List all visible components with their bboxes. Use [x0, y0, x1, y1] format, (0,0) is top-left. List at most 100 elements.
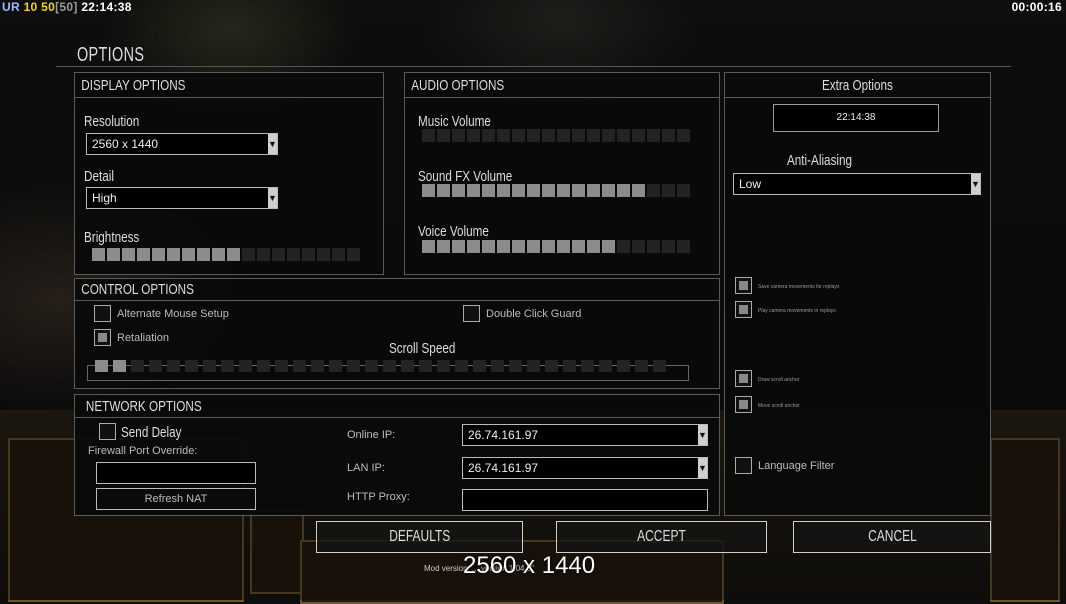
- slider-segment[interactable]: [467, 184, 480, 197]
- slider-segment[interactable]: [203, 360, 216, 372]
- slider-segment[interactable]: [95, 360, 108, 372]
- lan-ip-dropdown[interactable]: 26.74.161.97 ▼: [462, 457, 708, 479]
- slider-segment[interactable]: [545, 360, 558, 372]
- slider-segment[interactable]: [557, 129, 570, 142]
- slider-segment[interactable]: [542, 184, 555, 197]
- slider-segment[interactable]: [635, 360, 648, 372]
- slider-segment[interactable]: [557, 240, 570, 253]
- slider-segment[interactable]: [122, 248, 135, 261]
- sfx-volume-slider[interactable]: [422, 184, 690, 197]
- slider-segment[interactable]: [422, 129, 435, 142]
- slider-segment[interactable]: [581, 360, 594, 372]
- accept-button[interactable]: ACCEPT: [556, 521, 767, 553]
- scroll-speed-slider[interactable]: [95, 360, 666, 372]
- slider-segment[interactable]: [452, 240, 465, 253]
- slider-segment[interactable]: [491, 360, 504, 372]
- slider-segment[interactable]: [527, 184, 540, 197]
- slider-segment[interactable]: [107, 248, 120, 261]
- slider-segment[interactable]: [602, 184, 615, 197]
- slider-segment[interactable]: [602, 240, 615, 253]
- slider-segment[interactable]: [221, 360, 234, 372]
- slider-segment[interactable]: [347, 248, 360, 261]
- slider-segment[interactable]: [131, 360, 144, 372]
- slider-segment[interactable]: [572, 129, 585, 142]
- slider-segment[interactable]: [437, 129, 450, 142]
- slider-segment[interactable]: [497, 129, 510, 142]
- slider-segment[interactable]: [92, 248, 105, 261]
- slider-segment[interactable]: [632, 129, 645, 142]
- double-click-guard-checkbox[interactable]: [463, 305, 480, 322]
- slider-segment[interactable]: [239, 360, 252, 372]
- slider-segment[interactable]: [599, 360, 612, 372]
- slider-segment[interactable]: [662, 129, 675, 142]
- slider-segment[interactable]: [347, 360, 360, 372]
- play-camera-checkbox[interactable]: [735, 301, 752, 318]
- slider-segment[interactable]: [311, 360, 324, 372]
- slider-segment[interactable]: [182, 248, 195, 261]
- slider-segment[interactable]: [473, 360, 486, 372]
- slider-segment[interactable]: [617, 360, 630, 372]
- retaliation-checkbox[interactable]: [94, 329, 111, 346]
- slider-segment[interactable]: [437, 360, 450, 372]
- slider-segment[interactable]: [662, 240, 675, 253]
- slider-segment[interactable]: [497, 184, 510, 197]
- slider-segment[interactable]: [662, 184, 675, 197]
- firewall-port-input[interactable]: [96, 462, 256, 484]
- slider-segment[interactable]: [452, 129, 465, 142]
- slider-segment[interactable]: [512, 240, 525, 253]
- slider-segment[interactable]: [227, 248, 240, 261]
- slider-segment[interactable]: [677, 184, 690, 197]
- draw-scroll-anchor-checkbox[interactable]: [735, 370, 752, 387]
- cancel-button[interactable]: CANCEL: [793, 521, 991, 553]
- slider-segment[interactable]: [572, 184, 585, 197]
- slider-segment[interactable]: [257, 248, 270, 261]
- slider-segment[interactable]: [293, 360, 306, 372]
- slider-segment[interactable]: [482, 184, 495, 197]
- defaults-button[interactable]: DEFAULTS: [316, 521, 523, 553]
- slider-segment[interactable]: [212, 248, 225, 261]
- slider-segment[interactable]: [587, 184, 600, 197]
- slider-segment[interactable]: [467, 129, 480, 142]
- slider-segment[interactable]: [329, 360, 342, 372]
- refresh-nat-button[interactable]: Refresh NAT: [96, 488, 256, 510]
- slider-segment[interactable]: [647, 240, 660, 253]
- slider-segment[interactable]: [482, 240, 495, 253]
- music-volume-slider[interactable]: [422, 129, 690, 142]
- slider-segment[interactable]: [509, 360, 522, 372]
- slider-segment[interactable]: [302, 248, 315, 261]
- slider-segment[interactable]: [422, 240, 435, 253]
- online-ip-dropdown[interactable]: 26.74.161.97 ▼: [462, 424, 708, 446]
- voice-volume-slider[interactable]: [422, 240, 690, 253]
- slider-segment[interactable]: [332, 248, 345, 261]
- slider-segment[interactable]: [455, 360, 468, 372]
- http-proxy-input[interactable]: [462, 489, 708, 511]
- slider-segment[interactable]: [482, 129, 495, 142]
- slider-segment[interactable]: [113, 360, 126, 372]
- slider-segment[interactable]: [383, 360, 396, 372]
- slider-segment[interactable]: [197, 248, 210, 261]
- slider-segment[interactable]: [542, 240, 555, 253]
- slider-segment[interactable]: [365, 360, 378, 372]
- slider-segment[interactable]: [527, 129, 540, 142]
- slider-segment[interactable]: [587, 129, 600, 142]
- slider-segment[interactable]: [527, 360, 540, 372]
- slider-segment[interactable]: [401, 360, 414, 372]
- slider-segment[interactable]: [617, 129, 630, 142]
- slider-segment[interactable]: [419, 360, 432, 372]
- slider-segment[interactable]: [647, 184, 660, 197]
- slider-segment[interactable]: [287, 248, 300, 261]
- alternate-mouse-checkbox[interactable]: [94, 305, 111, 322]
- move-scroll-anchor-checkbox[interactable]: [735, 396, 752, 413]
- slider-segment[interactable]: [317, 248, 330, 261]
- slider-segment[interactable]: [275, 360, 288, 372]
- brightness-slider[interactable]: [92, 248, 360, 261]
- slider-segment[interactable]: [242, 248, 255, 261]
- language-filter-checkbox[interactable]: [735, 457, 752, 474]
- slider-segment[interactable]: [149, 360, 162, 372]
- slider-segment[interactable]: [527, 240, 540, 253]
- slider-segment[interactable]: [557, 184, 570, 197]
- slider-segment[interactable]: [167, 360, 180, 372]
- slider-segment[interactable]: [542, 129, 555, 142]
- chevron-down-icon[interactable]: ▼: [971, 174, 980, 194]
- slider-segment[interactable]: [677, 240, 690, 253]
